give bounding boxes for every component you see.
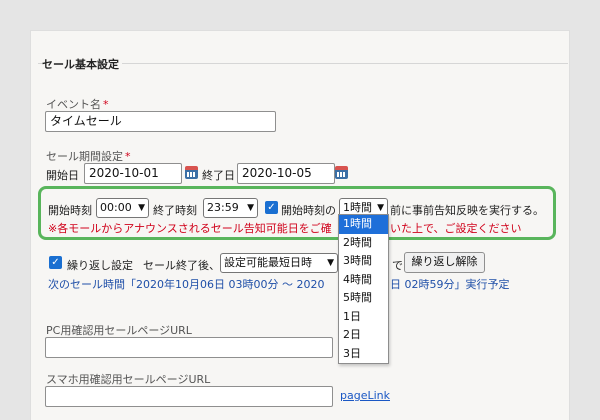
chevron-down-icon: ▼: [327, 258, 334, 268]
announce-note-tail: いた上で、ご設定ください: [390, 222, 522, 235]
dropdown-option[interactable]: 1時間: [339, 215, 388, 234]
dropdown-option[interactable]: 2日: [339, 326, 388, 345]
next-sale-time-tail: 日 02時59分」実行予定: [390, 278, 510, 291]
calendar-icon[interactable]: [185, 166, 198, 179]
pc-url-label: PC用確認用セールページURL: [46, 324, 192, 337]
event-name-label: イベント名 *: [46, 98, 109, 111]
start-time-label: 開始時刻: [48, 204, 92, 217]
repeat-text: セール終了後、: [143, 259, 220, 272]
repeat-release-button[interactable]: 繰り返し解除: [404, 252, 485, 273]
next-sale-time: 次のセール時間「2020年10月06日 03時00分 ～ 2020: [48, 278, 325, 291]
dropdown-option[interactable]: 4時間: [339, 271, 388, 290]
end-time-select[interactable]: 23:59 ▼: [203, 198, 258, 218]
pc-url-input[interactable]: [45, 337, 333, 358]
calendar-icon[interactable]: [335, 166, 348, 179]
repeat-label: 繰り返し設定: [67, 259, 133, 272]
dropdown-option[interactable]: 2時間: [339, 234, 388, 253]
page-link[interactable]: pageLink: [340, 389, 390, 402]
dropdown-option[interactable]: 3日: [339, 345, 388, 364]
chevron-down-icon: ▼: [138, 203, 145, 213]
event-name-input[interactable]: タイムセール: [45, 111, 276, 132]
announce-note: ※各モールからアナウンスされるセール告知可能日をご確: [48, 222, 332, 235]
repeat-select[interactable]: 設定可能最短日時 ▼: [220, 253, 338, 273]
repeat-tail: で: [392, 259, 403, 272]
lead-time-dropdown[interactable]: 1時間 2時間 3時間 4時間 5時間 1日 2日 3日: [338, 214, 389, 364]
start-time-select[interactable]: 00:00 ▼: [96, 198, 149, 218]
dropdown-option[interactable]: 3時間: [339, 252, 388, 271]
start-date-input[interactable]: 2020-10-01: [84, 163, 182, 184]
period-label: セール期間設定 *: [46, 150, 131, 163]
section-title: セール基本設定: [42, 56, 122, 72]
pre-announce-label: 開始時刻の: [281, 204, 336, 217]
dropdown-option[interactable]: 5時間: [339, 289, 388, 308]
dropdown-option[interactable]: 1日: [339, 308, 388, 327]
sp-url-input[interactable]: [45, 386, 333, 407]
end-date-label: 終了日: [202, 169, 235, 182]
pre-announce-suffix: 前に事前告知反映を実行する。: [390, 204, 544, 217]
sp-url-label: スマホ用確認用セールページURL: [46, 373, 211, 386]
pre-announce-checkbox[interactable]: ✓: [265, 201, 278, 214]
start-date-label: 開始日: [46, 169, 79, 182]
chevron-down-icon: ▼: [247, 203, 254, 213]
repeat-checkbox[interactable]: ✓: [49, 256, 62, 269]
end-time-label: 終了時刻: [153, 204, 197, 217]
chevron-down-icon: ▼: [377, 203, 384, 213]
end-date-input[interactable]: 2020-10-05: [237, 163, 335, 184]
